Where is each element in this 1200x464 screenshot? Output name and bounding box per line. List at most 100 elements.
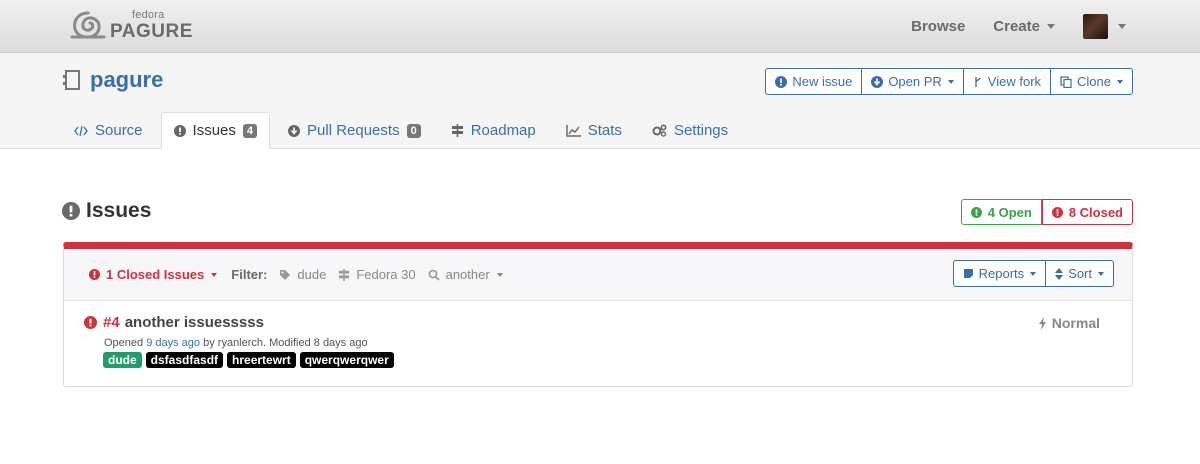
tab-source-label: Source bbox=[95, 122, 143, 139]
exclamation-circle-icon bbox=[970, 206, 982, 218]
tab-issues[interactable]: Issues 4 bbox=[160, 112, 271, 149]
exclamation-circle-icon bbox=[775, 75, 788, 88]
gears-icon bbox=[652, 124, 667, 137]
caret-down-icon bbox=[1098, 271, 1104, 276]
caret-down-icon bbox=[496, 272, 503, 277]
new-issue-button[interactable]: New issue bbox=[765, 68, 863, 95]
closed-dropdown-label: 1 Closed Issues bbox=[106, 267, 205, 282]
exclamation-circle-icon bbox=[89, 269, 100, 280]
copy-icon bbox=[1060, 75, 1072, 88]
view-fork-label: View fork bbox=[987, 74, 1042, 89]
priority-label: Normal bbox=[1051, 315, 1100, 331]
logo-big-text: PAGURE bbox=[110, 20, 193, 42]
tab-pull-requests-label: Pull Requests bbox=[307, 122, 400, 139]
caret-down-icon bbox=[947, 79, 954, 84]
issue-title-link[interactable]: another issuesssss bbox=[125, 314, 264, 331]
reports-sort-group: Reports Sort bbox=[952, 260, 1114, 287]
priority-indicator: Normal bbox=[1038, 315, 1100, 331]
tab-settings[interactable]: Settings bbox=[640, 112, 740, 149]
tab-roadmap[interactable]: Roadmap bbox=[439, 112, 548, 149]
opened-date-link[interactable]: 9 days ago bbox=[146, 337, 200, 349]
caret-down-icon bbox=[1047, 24, 1055, 29]
tab-settings-label: Settings bbox=[673, 122, 729, 139]
issues-count-badge: 4 bbox=[242, 123, 258, 138]
filter-label: Filter: bbox=[231, 267, 268, 282]
tab-stats[interactable]: Stats bbox=[554, 112, 634, 149]
reports-button[interactable]: Reports bbox=[952, 260, 1047, 287]
create-dropdown[interactable]: Create bbox=[993, 18, 1055, 35]
clone-button[interactable]: Clone bbox=[1050, 68, 1133, 95]
tag-badge[interactable]: dude bbox=[103, 352, 142, 368]
tag-filter[interactable]: dude bbox=[279, 267, 326, 282]
sort-icon bbox=[1055, 267, 1064, 280]
tab-issues-label: Issues bbox=[192, 122, 236, 139]
search-icon bbox=[428, 269, 440, 281]
opened-prefix: Opened bbox=[104, 337, 144, 349]
signpost-icon bbox=[339, 268, 350, 281]
caret-down-icon bbox=[211, 272, 218, 277]
milestone-filter[interactable]: Fedora 30 bbox=[338, 267, 416, 282]
signpost-icon bbox=[451, 124, 463, 137]
closed-issues-button[interactable]: 8 Closed bbox=[1041, 199, 1133, 225]
caret-down-icon bbox=[1118, 24, 1126, 29]
tag-badge[interactable]: qwerqwerqwer bbox=[299, 352, 394, 368]
top-navbar: fedora PAGURE Browse Create bbox=[0, 0, 1200, 53]
issue-number-link[interactable]: #4 bbox=[103, 314, 120, 331]
search-filter[interactable]: another bbox=[428, 267, 503, 282]
open-pr-label: Open PR bbox=[888, 74, 942, 89]
logo-swirl-icon bbox=[70, 11, 106, 39]
tab-source[interactable]: Source bbox=[62, 112, 155, 149]
clone-label: Clone bbox=[1077, 74, 1111, 89]
line-chart-icon bbox=[566, 124, 581, 137]
view-fork-button[interactable]: View fork bbox=[962, 68, 1052, 95]
arrow-circle-down-icon bbox=[288, 124, 301, 137]
repo-name-link[interactable]: pagure bbox=[90, 67, 163, 93]
closed-issues-label: 8 Closed bbox=[1068, 204, 1123, 220]
caret-down-icon bbox=[1030, 271, 1037, 276]
closed-issues-dropdown[interactable]: 1 Closed Issues bbox=[89, 267, 218, 282]
issue-tags: dude dsfasdfasdf hreertewrt qwerqwerqwer bbox=[103, 352, 1132, 368]
issue-author-modified: by ryanlerch. Modified 8 days ago bbox=[203, 337, 368, 349]
list-item: #4 another issuesssss Opened 9 days ago … bbox=[64, 301, 1132, 368]
tag-badge[interactable]: hreertewrt bbox=[227, 352, 296, 368]
search-filter-label: another bbox=[445, 267, 490, 282]
sort-label: Sort bbox=[1068, 266, 1092, 281]
create-label: Create bbox=[993, 18, 1040, 35]
issue-state-toggle: 4 Open 8 Closed bbox=[960, 199, 1133, 225]
filter-bar: 1 Closed Issues Filter: dude Fedora 30 a… bbox=[64, 249, 1132, 301]
user-menu[interactable] bbox=[1083, 14, 1126, 39]
tab-roadmap-label: Roadmap bbox=[470, 122, 536, 139]
logo-small-text: fedora bbox=[132, 8, 165, 21]
repository-icon bbox=[63, 70, 80, 90]
open-pr-button[interactable]: Open PR bbox=[861, 68, 964, 95]
repo-actions: New issue Open PR View fork Clone bbox=[765, 68, 1133, 95]
repo-tabs: Source Issues 4 Pull Requests 0 Roadmap … bbox=[62, 112, 746, 149]
arrow-circle-down-icon bbox=[871, 75, 884, 88]
reports-label: Reports bbox=[978, 266, 1025, 281]
exclamation-circle-icon bbox=[173, 124, 186, 137]
open-issues-label: 4 Open bbox=[987, 204, 1032, 220]
tag-badge[interactable]: dsfasdfasdf bbox=[145, 352, 224, 368]
code-icon bbox=[74, 125, 88, 136]
bookmark-icon bbox=[963, 269, 973, 278]
issue-meta: Opened 9 days ago by ryanlerch. Modified… bbox=[104, 337, 1132, 349]
pagure-logo[interactable]: fedora PAGURE bbox=[70, 9, 193, 41]
new-issue-label: New issue bbox=[792, 74, 853, 89]
exclamation-circle-icon bbox=[62, 202, 80, 220]
sort-button[interactable]: Sort bbox=[1045, 260, 1114, 287]
tab-pull-requests[interactable]: Pull Requests 0 bbox=[276, 112, 433, 149]
open-issues-button[interactable]: 4 Open bbox=[960, 199, 1042, 225]
repo-header: pagure New issue Open PR View fork Clone… bbox=[0, 53, 1200, 149]
page-title: Issues bbox=[86, 199, 152, 222]
browse-link[interactable]: Browse bbox=[911, 18, 965, 35]
milestone-filter-label: Fedora 30 bbox=[356, 267, 416, 282]
tag-icon bbox=[280, 269, 291, 280]
pr-count-badge: 0 bbox=[406, 123, 421, 138]
exclamation-circle-icon bbox=[1051, 206, 1063, 218]
fork-icon bbox=[975, 76, 981, 87]
exclamation-circle-icon bbox=[84, 316, 97, 329]
caret-down-icon bbox=[1117, 79, 1123, 84]
issues-card: 1 Closed Issues Filter: dude Fedora 30 a… bbox=[63, 242, 1133, 387]
avatar bbox=[1083, 14, 1108, 39]
tag-filter-label: dude bbox=[297, 267, 327, 282]
